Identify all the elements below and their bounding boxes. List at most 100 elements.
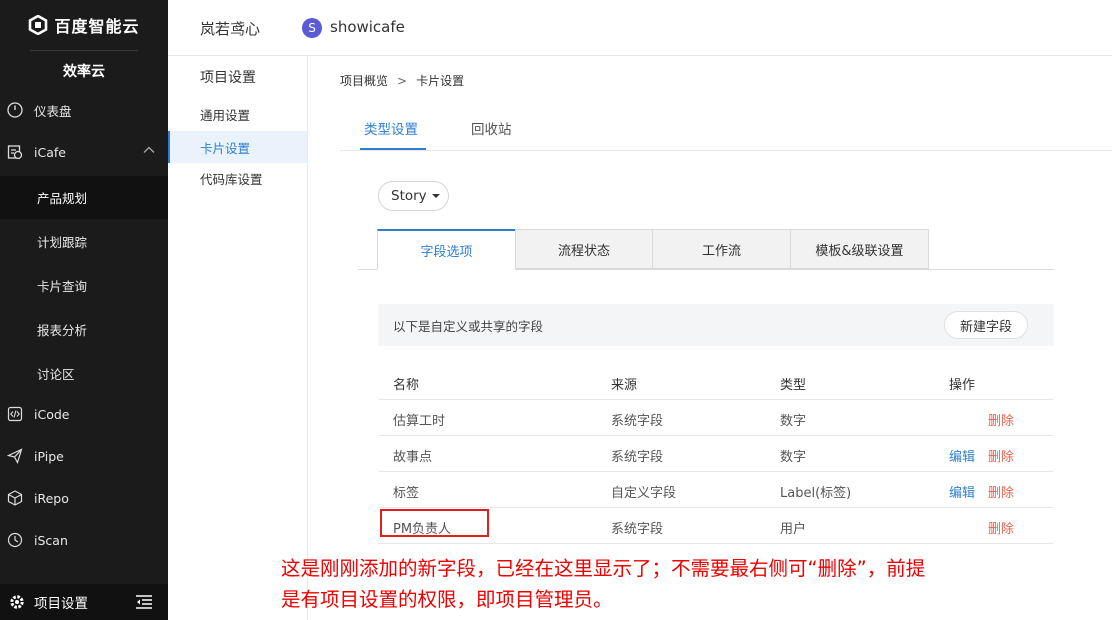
workspace-name[interactable]: 岚若鸢心 — [200, 18, 260, 39]
sidebar-item-label: 报表分析 — [37, 323, 88, 338]
annotation-line-2: 是有项目设置的权限，即项目管理员。 — [281, 588, 613, 611]
sidebar-item-icode[interactable]: iCode — [0, 394, 168, 434]
project-name[interactable]: showicafe — [330, 18, 405, 36]
project-settings-footer[interactable]: 项目设置 — [0, 584, 168, 620]
fields-panel-header: 以下是自定义或共享的字段 新建字段 — [378, 304, 1054, 346]
delete-link[interactable]: 删除 — [988, 518, 1014, 537]
sidebar-item-plan-tracking[interactable]: 计划跟踪 — [0, 220, 168, 263]
tabs-divider — [340, 150, 1112, 151]
sidebar-item-irepo[interactable]: iRepo — [0, 478, 168, 518]
sidebar-item-report-analysis[interactable]: 报表分析 — [0, 308, 168, 351]
baidu-cloud-logo-icon — [29, 15, 48, 35]
sidebar-item-iscan[interactable]: iScan — [0, 520, 168, 560]
breadcrumb: 项目概览 > 卡片设置 — [340, 72, 464, 89]
subnav-title: 项目设置 — [200, 70, 256, 86]
table-header-row: 名称 来源 类型 操作 — [378, 364, 1054, 400]
tab-workflow-status[interactable]: 流程状态 — [515, 229, 653, 269]
sidebar-item-label: 仪表盘 — [34, 103, 72, 119]
product-name: 效率云 — [63, 64, 105, 80]
field-type: 数字 — [780, 414, 807, 429]
sidebar-item-icafe[interactable]: iCafe — [0, 132, 168, 172]
sidebar-item-ipipe[interactable]: iPipe — [0, 436, 168, 476]
brand-name: 百度智能云 — [54, 17, 140, 36]
breadcrumb-current: 卡片设置 — [416, 74, 465, 88]
chevron-up-icon[interactable] — [143, 144, 155, 156]
subnav-item-card-settings[interactable]: 卡片设置 — [168, 131, 307, 163]
delete-link[interactable]: 删除 — [988, 446, 1014, 465]
gauge-icon — [6, 101, 24, 119]
field-source: 自定义字段 — [611, 486, 677, 501]
main-sidebar: 百度智能云 效率云 仪表盘 iCafe 产品规划 计划跟踪 卡片查询 报表分析 — [0, 0, 168, 620]
field-name: 标签 — [393, 486, 420, 501]
subnav-item-repo-settings[interactable]: 代码库设置 — [168, 162, 307, 194]
annotation-line-1: 这是刚刚添加的新字段，已经在这里显示了；不需要最右侧可“删除”，前提 — [281, 557, 926, 580]
collapse-menu-icon[interactable] — [136, 595, 152, 609]
field-type: Label(标签) — [780, 486, 852, 501]
fields-description: 以下是自定义或共享的字段 — [393, 318, 544, 334]
subnav-item-label: 通用设置 — [200, 107, 251, 123]
tab-label: 工作流 — [701, 243, 741, 259]
subnav-item-general[interactable]: 通用设置 — [168, 98, 307, 130]
sidebar-item-label: 讨论区 — [37, 367, 75, 382]
column-header-name: 名称 — [393, 378, 420, 393]
field-type: 用户 — [780, 522, 807, 537]
table-row: 故事点 系统字段 数字 编辑 删除 — [378, 436, 1054, 472]
brand-logo[interactable]: 百度智能云 — [0, 0, 168, 50]
sidebar-item-card-query[interactable]: 卡片查询 — [0, 264, 168, 307]
gear-icon — [10, 595, 24, 609]
delete-link[interactable]: 删除 — [988, 482, 1014, 501]
column-header-source: 来源 — [611, 378, 638, 393]
card-type-select[interactable]: Story — [378, 181, 449, 211]
sidebar-item-label: iScan — [34, 532, 68, 548]
tab-label: 字段选项 — [420, 244, 473, 260]
card-type-value: Story — [391, 188, 427, 204]
subnav-item-label: 代码库设置 — [200, 171, 263, 187]
breadcrumb-separator: > — [397, 74, 408, 88]
edit-link[interactable]: 编辑 — [949, 446, 975, 465]
caret-down-icon — [431, 194, 440, 198]
new-field-highlight-box — [380, 509, 489, 537]
column-header-type: 类型 — [780, 378, 807, 393]
active-tab-indicator — [360, 148, 426, 150]
edit-link[interactable]: 编辑 — [949, 482, 975, 501]
sidebar-item-product-planning[interactable]: 产品规划 — [0, 176, 168, 219]
cube-icon — [6, 489, 24, 507]
settings-subnav: 项目设置 通用设置 卡片设置 代码库设置 — [168, 56, 308, 620]
sidebar-item-dashboard[interactable]: 仪表盘 — [0, 90, 168, 130]
tab-label: 模板&级联设置 — [815, 243, 904, 259]
field-name: 故事点 — [393, 450, 433, 465]
tab-workflow[interactable]: 工作流 — [652, 229, 791, 269]
sidebar-item-label: iCode — [34, 406, 70, 422]
sidebar-item-label: iRepo — [34, 490, 69, 506]
new-field-button[interactable]: 新建字段 — [944, 311, 1028, 339]
sidebar-item-label: iCafe — [34, 144, 66, 160]
delete-link[interactable]: 删除 — [988, 410, 1014, 429]
sidebar-item-discussion[interactable]: 讨论区 — [0, 352, 168, 395]
field-source: 系统字段 — [611, 522, 664, 537]
clock-icon — [6, 531, 24, 549]
field-name: 估算工时 — [393, 414, 446, 429]
sidebar-item-label: iPipe — [34, 448, 64, 464]
field-type: 数字 — [780, 450, 807, 465]
sidebar-item-label: 产品规划 — [37, 191, 88, 206]
top-bar: 岚若鸢心 S showicafe — [168, 0, 1112, 56]
paper-plane-icon — [6, 447, 24, 465]
breadcrumb-parent[interactable]: 项目概览 — [340, 74, 388, 88]
code-icon — [6, 405, 24, 423]
project-avatar: S — [302, 18, 322, 38]
tab-field-options[interactable]: 字段选项 — [377, 229, 516, 270]
tab-recycle-bin[interactable]: 回收站 — [471, 118, 512, 138]
tab-type-settings[interactable]: 类型设置 — [364, 118, 418, 138]
table-row: 标签 自定义字段 Label(标签) 编辑 删除 — [378, 472, 1054, 508]
sidebar-item-label: 卡片查询 — [37, 279, 88, 294]
tab-label: 流程状态 — [557, 243, 610, 259]
icafe-icon — [6, 143, 24, 161]
sidebar-item-label: 计划跟踪 — [37, 235, 88, 250]
field-source: 系统字段 — [611, 450, 664, 465]
subnav-item-label: 卡片设置 — [200, 140, 251, 156]
tab-template-cascade[interactable]: 模板&级联设置 — [790, 229, 929, 269]
field-source: 系统字段 — [611, 414, 664, 429]
column-header-actions: 操作 — [949, 378, 976, 393]
table-row: 估算工时 系统字段 数字 删除 — [378, 400, 1054, 436]
project-settings-label: 项目设置 — [34, 596, 88, 612]
